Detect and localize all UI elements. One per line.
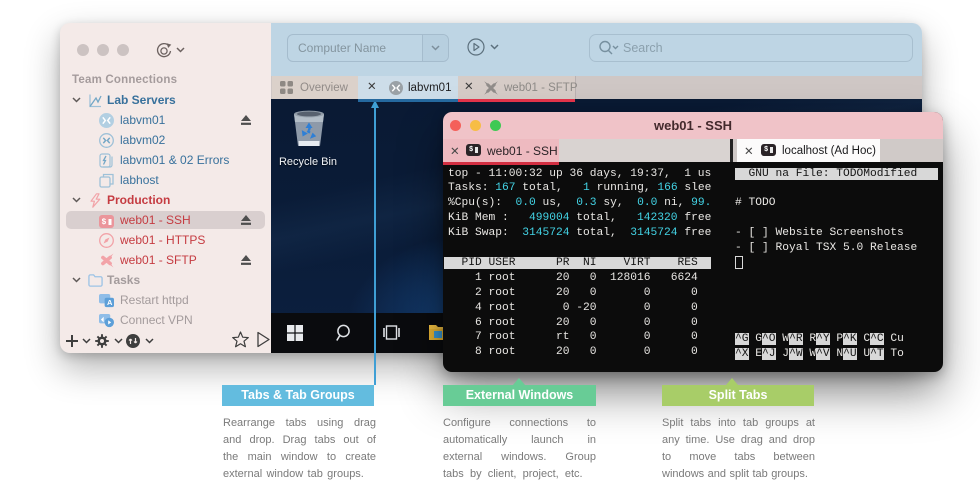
svg-text:$: $ bbox=[102, 218, 107, 227]
svg-text:A: A bbox=[107, 298, 113, 307]
